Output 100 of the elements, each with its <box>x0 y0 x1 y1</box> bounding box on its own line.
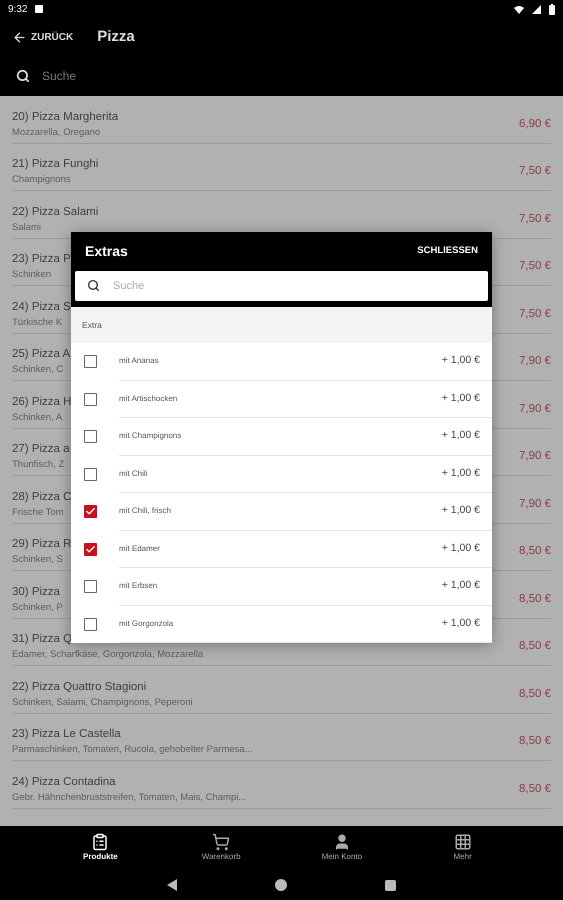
signal-icon <box>532 4 541 14</box>
checkbox[interactable] <box>84 392 97 406</box>
product-price: 8,50 € <box>519 544 551 560</box>
product-row[interactable]: 24) Pizza Contadina Gebr. Hähnchenbruststreifen, Tomaten, Mais, Champi... 8,50 € <box>12 761 551 808</box>
product-name: 28) Pizza C <box>12 490 72 504</box>
back-button[interactable]: ZURÜCK <box>12 30 74 44</box>
cart-icon <box>212 833 230 851</box>
nav-tab[interactable]: Warenkorb <box>186 833 256 863</box>
checkbox[interactable] <box>84 580 97 594</box>
product-row[interactable]: 21) Pizza Funghi Champignons 7,50 € <box>12 144 551 191</box>
extra-price: + 1,00 € <box>442 578 480 594</box>
nav-tab[interactable]: Mehr <box>428 833 498 863</box>
notification-icon <box>35 5 44 13</box>
check-icon <box>85 544 96 555</box>
product-description: Schinken <box>12 268 52 282</box>
product-name: 25) Pizza A <box>12 347 70 362</box>
extra-label: mit Gorgonzola <box>119 618 174 630</box>
product-description: Türkische K <box>12 316 62 330</box>
page-title: Pizza <box>97 26 135 47</box>
product-row[interactable]: 23) Pizza Le Castella Parmaschinken, Tomaten, Rucola, gehobelter Parmesa... 8,50 € <box>12 714 551 761</box>
product-description: Schinken, C <box>12 363 64 378</box>
product-description: Schinken, A <box>12 410 62 425</box>
product-row[interactable]: 22) Pizza Quattro Stagioni Schinken, Salami, Champignons, Peperoni 8,50 € <box>12 666 551 714</box>
search-icon <box>16 69 30 83</box>
extra-row[interactable]: mit Artischocken + 1,00 € <box>71 380 492 418</box>
product-description: Frische Tom <box>12 506 64 520</box>
extra-row[interactable]: mit Champignons + 1,00 € <box>71 418 492 456</box>
product-name: 30) Pizza <box>12 584 60 600</box>
dialog-search-field[interactable]: Suche <box>75 271 488 301</box>
product-price: 7,50 € <box>519 259 551 274</box>
extra-row[interactable]: mit Chili + 1,00 € <box>71 456 492 493</box>
product-name: 22) Pizza Salami <box>12 204 98 220</box>
recents-nav-icon[interactable] <box>385 880 396 890</box>
extra-price: + 1,00 € <box>442 616 480 631</box>
extra-row[interactable]: mit Edamer + 1,00 € <box>71 530 492 568</box>
search-field[interactable]: Suche <box>42 67 547 85</box>
product-price: 7,50 € <box>519 212 551 227</box>
section-header: Extra <box>71 307 492 343</box>
product-name: 23) Pizza P <box>12 252 71 267</box>
extra-price: + 1,00 € <box>442 503 480 518</box>
product-row[interactable]: 20) Pizza Margherita Mozzarella, Oregano 6,90 € <box>12 96 551 144</box>
extra-row[interactable]: mit Chili, frisch + 1,00 € <box>71 493 492 530</box>
nav-tab[interactable]: Mein Konto <box>306 833 377 863</box>
product-name: 22) Pizza Quattro Stagioni <box>12 680 146 694</box>
product-name: 24) Pizza Contadina <box>12 774 116 790</box>
product-price: 8,50 € <box>519 782 551 797</box>
product-description: Schinken, S <box>12 553 63 568</box>
checkbox[interactable] <box>84 505 97 518</box>
extra-price: + 1,00 € <box>442 390 480 406</box>
product-price: 7,90 € <box>519 496 551 512</box>
back-nav-icon[interactable] <box>167 879 177 891</box>
search-icon <box>87 279 100 292</box>
checkbox[interactable] <box>84 618 97 631</box>
extra-price: + 1,00 € <box>442 353 480 368</box>
close-button[interactable]: SCHLIESSEN <box>417 244 478 259</box>
status-time: 9:32 <box>8 2 28 16</box>
dialog-title: Extras <box>85 242 128 261</box>
extra-price: + 1,00 € <box>442 466 480 481</box>
product-price: 8,50 € <box>519 639 551 654</box>
extra-row[interactable]: mit Ananas + 1,00 € <box>71 343 492 380</box>
extra-price: + 1,00 € <box>442 540 480 556</box>
extra-row[interactable]: mit Erbsen + 1,00 € <box>71 568 492 606</box>
check-icon <box>85 506 96 518</box>
product-description: Champignons <box>12 173 71 188</box>
product-description: Schinken, Salami, Champignons, Peperoni <box>12 696 193 710</box>
product-name: 23) Pizza Le Castella <box>12 727 121 742</box>
extra-label: mit Champignons <box>119 430 182 442</box>
checkbox[interactable] <box>84 355 97 368</box>
product-description: Schinken, P <box>12 600 63 615</box>
product-description: Salami <box>12 220 42 235</box>
extra-label: mit Artischocken <box>119 392 178 405</box>
wifi-icon <box>514 4 524 14</box>
clipboard-icon <box>91 833 110 851</box>
product-description: Parmaschinken, Tomaten, Rucola, gehobelter Parmesa... <box>12 743 253 758</box>
product-description: Gebr. Hähnchenbruststreifen, Tomaten, Mais, Champi... <box>12 790 246 805</box>
extra-label: mit Erbsen <box>119 580 158 592</box>
product-description: Edamer, Scharfkäse, Gorgonzola, Mozzarella <box>12 648 204 662</box>
product-price: 6,90 € <box>519 116 551 132</box>
product-price: 7,50 € <box>519 164 551 180</box>
checkbox[interactable] <box>84 468 97 481</box>
product-name: 20) Pizza Margherita <box>12 110 118 124</box>
product-name: 26) Pizza H <box>12 394 72 410</box>
product-name: 29) Pizza R <box>12 537 72 552</box>
product-price: 7,90 € <box>519 449 551 464</box>
nav-tab[interactable]: Produkte <box>65 833 136 863</box>
product-name: 27) Pizza a <box>12 442 70 457</box>
grid-icon <box>454 833 472 851</box>
product-price: 8,50 € <box>519 592 551 607</box>
checkbox[interactable] <box>84 430 97 444</box>
extra-label: mit Edamer <box>119 542 161 555</box>
product-description: Mozzarella, Oregano <box>12 126 100 140</box>
product-price: 7,90 € <box>519 354 551 370</box>
product-price: 7,50 € <box>519 306 551 322</box>
extra-price: + 1,00 € <box>442 428 480 444</box>
product-price: 7,90 € <box>519 402 551 417</box>
product-price: 8,50 € <box>519 686 551 702</box>
product-description: Thunfisch, Z <box>12 458 64 472</box>
checkbox[interactable] <box>84 542 97 556</box>
battery-icon <box>549 4 555 14</box>
home-nav-icon[interactable] <box>275 879 287 891</box>
